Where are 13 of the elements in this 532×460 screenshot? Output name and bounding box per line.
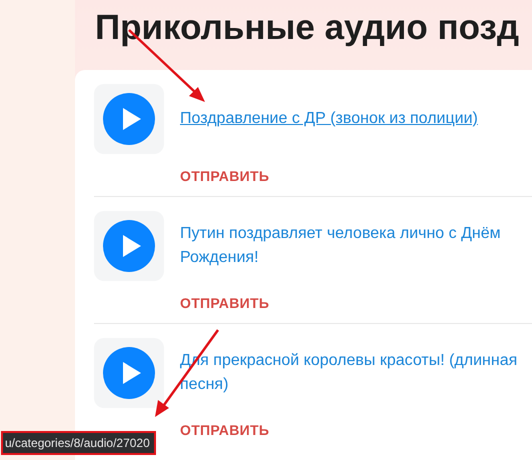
play-icon xyxy=(103,347,155,399)
page-title: Прикольные аудио позд xyxy=(95,8,520,48)
play-icon xyxy=(103,220,155,272)
play-icon xyxy=(103,93,155,145)
send-link[interactable]: ОТПРАВИТЬ xyxy=(180,168,270,184)
audio-title-link[interactable]: Поздравление с ДР (звонок из полиции) xyxy=(180,84,520,154)
play-button[interactable] xyxy=(94,84,164,154)
play-button[interactable] xyxy=(94,211,164,281)
audio-title-link[interactable]: Путин поздравляет человека лично с Днём Рождения! xyxy=(180,211,520,281)
send-link[interactable]: ОТПРАВИТЬ xyxy=(180,295,270,311)
play-button[interactable] xyxy=(94,338,164,408)
send-link[interactable]: ОТПРАВИТЬ xyxy=(180,422,270,438)
status-bar-url: u/categories/8/audio/27020 xyxy=(3,433,154,453)
